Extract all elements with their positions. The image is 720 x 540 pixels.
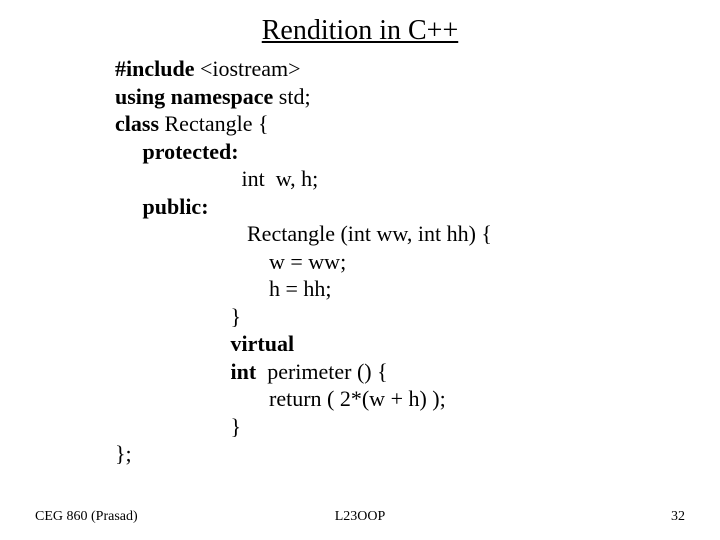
code-line: w = ww;: [115, 249, 346, 274]
code-line: int: [115, 359, 267, 384]
code-line: return ( 2*(w + h) );: [115, 386, 446, 411]
slide-title: Rendition in C++: [35, 15, 685, 47]
code-line: perimeter () {: [267, 359, 388, 384]
code-line: Rectangle {: [165, 111, 269, 136]
code-line: virtual: [115, 331, 294, 356]
code-line: <iostream>: [200, 56, 301, 81]
code-line: int w, h;: [115, 166, 318, 191]
code-line: protected:: [115, 139, 239, 164]
code-line: class: [115, 111, 165, 136]
footer-lecture: L23OOP: [0, 509, 720, 525]
footer-page-number: 32: [671, 509, 685, 525]
code-line: #include: [115, 56, 200, 81]
code-line: Rectangle (int ww, int hh) {: [115, 221, 492, 246]
code-line: h = hh;: [115, 276, 332, 301]
code-line: };: [115, 441, 132, 466]
code-block: #include <iostream> using namespace std;…: [115, 55, 685, 468]
code-line: public:: [115, 194, 209, 219]
code-line: }: [115, 304, 241, 329]
code-line: using namespace: [115, 84, 279, 109]
code-line: }: [115, 414, 241, 439]
code-line: std;: [279, 84, 311, 109]
